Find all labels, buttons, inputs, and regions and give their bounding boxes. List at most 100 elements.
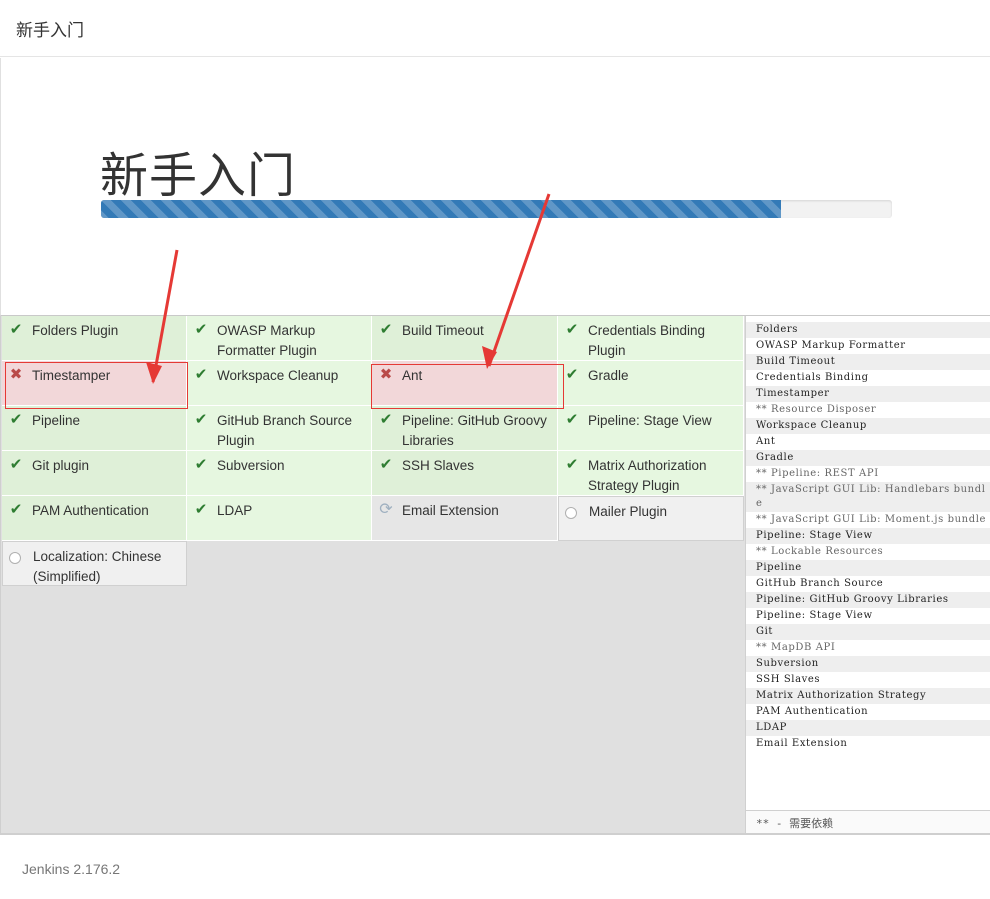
checkmark-icon: ✔ <box>9 501 23 518</box>
pending-circle-icon <box>565 507 577 519</box>
plugin-cell: ✔ PAM Authentication <box>2 496 187 541</box>
plugin-grid: ✔ Folders Plugin ✔ OWASP Markup Formatter P… <box>2 316 744 586</box>
log-line: OWASP Markup Formatter <box>756 340 906 351</box>
log-line: ** MapDB API <box>756 642 836 653</box>
error-x-icon: ✖ <box>379 366 393 383</box>
log-line: LDAP <box>746 720 990 736</box>
jenkins-version: Jenkins 2.176.2 <box>22 861 121 877</box>
log-legend: ** - 需要依赖 <box>746 810 990 833</box>
plugin-name: Build Timeout <box>402 323 484 338</box>
log-line: Pipeline <box>746 560 990 576</box>
plugin-cell: ✔ Pipeline: GitHub Groovy Libraries <box>372 406 558 451</box>
log-line: GitHub Branch Source <box>756 578 884 589</box>
plugin-name: Localization: Chinese (Simplified) <box>33 549 162 584</box>
plugin-name: Gradle <box>588 368 629 383</box>
top-header: 新手入门 <box>0 0 990 57</box>
plugin-name: Email Extension <box>402 503 499 518</box>
checkmark-icon: ✔ <box>9 321 23 338</box>
plugin-cell: ✔ LDAP <box>187 496 372 541</box>
plugin-name: OWASP Markup Formatter Plugin <box>217 323 317 358</box>
checkmark-icon: ✔ <box>194 366 208 383</box>
checkmark-icon: ✔ <box>194 411 208 428</box>
plugin-name: LDAP <box>217 503 253 518</box>
plugin-cell: ✔ Pipeline <box>2 406 187 451</box>
log-line: Credentials Binding <box>756 372 869 383</box>
plugin-cell: ✔ Matrix Authorization Strategy Plugin <box>558 451 744 496</box>
log-line: Pipeline: GitHub Groovy Libraries <box>746 592 990 608</box>
plugin-cell: Mailer Plugin <box>558 496 744 541</box>
checkmark-icon: ✔ <box>194 501 208 518</box>
plugin-cell: ✔ GitHub Branch Source Plugin <box>187 406 372 451</box>
checkmark-icon: ✔ <box>565 456 579 473</box>
checkmark-icon: ✔ <box>379 411 393 428</box>
plugin-cell: ✔ Build Timeout <box>372 316 558 361</box>
log-line: Gradle <box>746 450 990 466</box>
checkmark-icon: ✔ <box>565 321 579 338</box>
plugin-cell: ✔ Subversion <box>187 451 372 496</box>
plugin-name: Folders Plugin <box>32 323 119 338</box>
progress-fill <box>101 200 782 218</box>
log-line: SSH Slaves <box>756 674 821 685</box>
plugin-cell: ✔ Gradle <box>558 361 744 406</box>
plugin-cell: ✔ Git plugin <box>2 451 187 496</box>
checkmark-icon: ✔ <box>565 366 579 383</box>
plugin-cell: ⟳ Email Extension <box>372 496 558 541</box>
plugin-name: Credentials Binding Plugin <box>588 323 706 358</box>
plugin-name: Pipeline: GitHub Groovy Libraries <box>402 413 547 448</box>
log-line: ** Lockable Resources <box>756 546 884 557</box>
plugin-cell: ✔ Workspace Cleanup <box>187 361 372 406</box>
plugin-cell: ✖ Timestamper <box>2 361 187 406</box>
log-line: Workspace Cleanup <box>746 418 990 434</box>
plugin-name: Timestamper <box>32 368 111 383</box>
error-x-icon: ✖ <box>9 366 23 383</box>
log-line: ** JavaScript GUI Lib: Handlebars bundle <box>746 482 990 512</box>
plugin-name: SSH Slaves <box>402 458 475 473</box>
banner: 新手入门 <box>0 58 990 316</box>
install-log-panel[interactable]: Folders OWASP Markup Formatter Build Timeo… <box>745 316 990 833</box>
log-line: ** Resource Disposer <box>756 404 877 415</box>
install-progress-bar <box>101 200 892 218</box>
plugin-name: Matrix Authorization Strategy Plugin <box>588 458 707 493</box>
pending-circle-icon <box>9 552 21 564</box>
log-line: Timestamper <box>746 386 990 402</box>
plugin-name: Pipeline: Stage View <box>588 413 712 428</box>
log-line: Pipeline: Stage View <box>746 528 990 544</box>
checkmark-icon: ✔ <box>379 456 393 473</box>
log-line: Email Extension <box>756 738 848 749</box>
plugin-name: Git plugin <box>32 458 90 473</box>
plugin-install-area: ✔ Folders Plugin ✔ OWASP Markup Formatter P… <box>0 316 990 833</box>
plugin-name: Pipeline <box>32 413 81 428</box>
checkmark-icon: ✔ <box>9 411 23 428</box>
log-line: Folders <box>746 322 990 338</box>
page-title: 新手入门 <box>100 148 297 204</box>
plugin-name: Mailer Plugin <box>589 504 668 519</box>
checkmark-icon: ✔ <box>9 456 23 473</box>
page-footer: Jenkins 2.176.2 <box>0 833 990 899</box>
log-line: Subversion <box>746 656 990 672</box>
plugin-cell: ✔ Pipeline: Stage View <box>558 406 744 451</box>
log-line: Git <box>746 624 990 640</box>
checkmark-icon: ✔ <box>194 321 208 338</box>
plugin-name: Subversion <box>217 458 285 473</box>
log-line: Pipeline: Stage View <box>756 610 873 621</box>
refresh-spinner-icon: ⟳ <box>379 501 393 518</box>
install-log-list: Folders OWASP Markup Formatter Build Timeo… <box>746 322 990 752</box>
log-line: Ant <box>756 436 776 447</box>
log-line: PAM Authentication <box>756 706 869 717</box>
plugin-cell: ✔ OWASP Markup Formatter Plugin <box>187 316 372 361</box>
plugin-name: Ant <box>402 368 423 383</box>
plugin-name: Workspace Cleanup <box>217 368 339 383</box>
checkmark-icon: ✔ <box>565 411 579 428</box>
plugin-cell: ✖ Ant <box>372 361 558 406</box>
checkmark-icon: ✔ <box>194 456 208 473</box>
plugin-cell: ✔ Folders Plugin <box>2 316 187 361</box>
log-line: Build Timeout <box>746 354 990 370</box>
checkmark-icon: ✔ <box>379 321 393 338</box>
log-line: ** JavaScript GUI Lib: Moment.js bundle <box>756 514 987 525</box>
log-line: ** Pipeline: REST API <box>756 468 879 479</box>
plugin-cell: Localization: Chinese (Simplified) <box>2 541 187 586</box>
plugin-name: GitHub Branch Source Plugin <box>217 413 353 448</box>
header-title: 新手入门 <box>16 21 84 40</box>
plugin-name: PAM Authentication <box>32 503 149 518</box>
plugin-cell: ✔ Credentials Binding Plugin <box>558 316 744 361</box>
